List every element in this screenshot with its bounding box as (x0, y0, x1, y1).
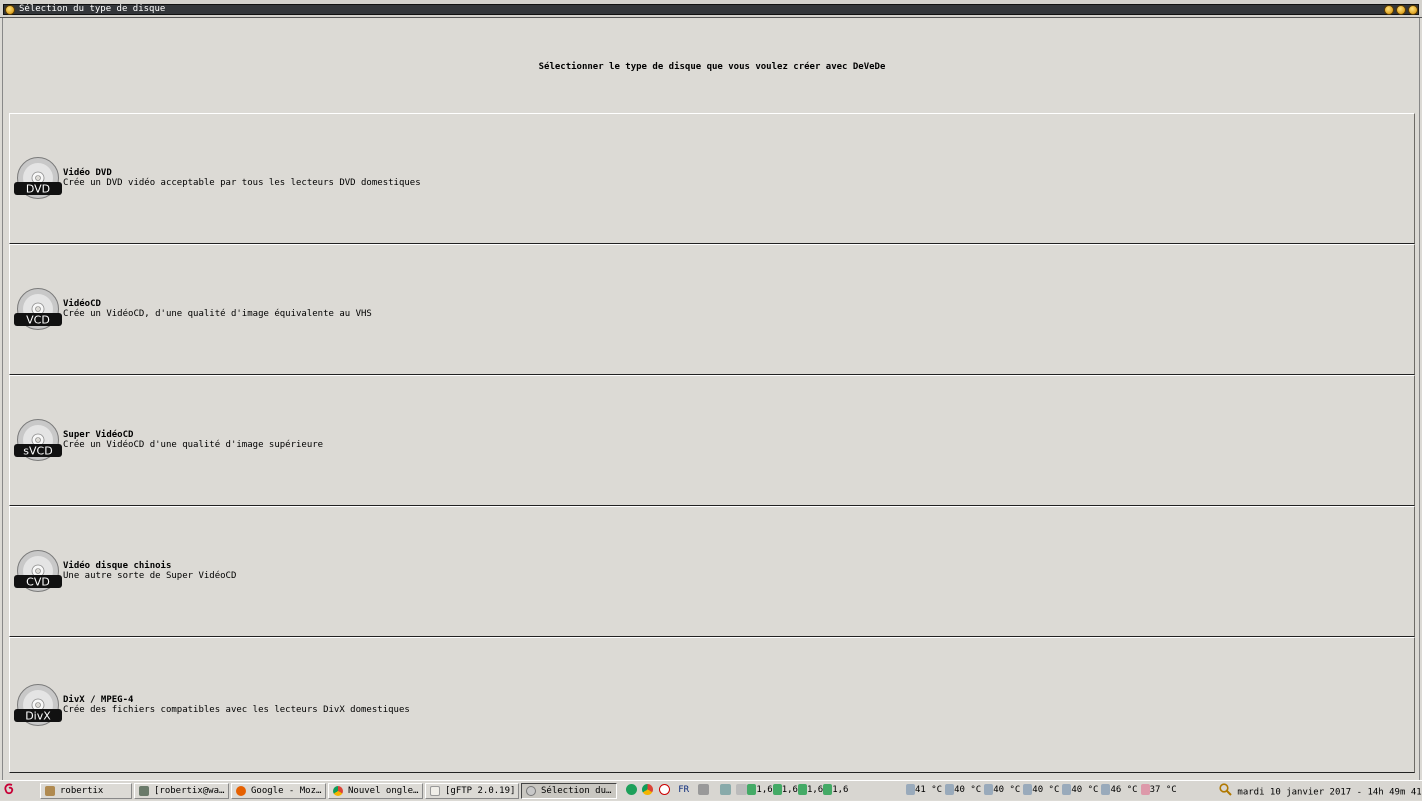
task-label: Sélection du… (541, 786, 612, 796)
task-label: Nouvel ongle… (348, 786, 419, 796)
svcd-disc-icon: sVCD (14, 419, 62, 461)
clock[interactable]: mardi 10 janvier 2017 - 14h 49m 41s (1237, 788, 1422, 798)
window-title: Sélection du type de disque (19, 4, 166, 14)
task-devede[interactable]: Sélection du… (521, 783, 617, 799)
cpu-monitor-icon (823, 784, 833, 795)
option-dvd-button[interactable]: DVD Vidéo DVD Crée un DVD vidéo acceptab… (9, 113, 1415, 244)
temperature-readout: 40 °C (1071, 785, 1099, 795)
thermometer-icon (1023, 784, 1033, 795)
task-gftp[interactable]: [gFTP 2.0.19] (425, 783, 519, 799)
option-divx-description: Crée des fichiers compatibles avec les l… (63, 705, 410, 715)
svcd-disc-label: sVCD (23, 445, 52, 458)
option-svcd-title: Super VidéoCD (63, 430, 134, 440)
window-menu-icon[interactable] (5, 5, 15, 15)
debian-menu-icon[interactable] (3, 782, 17, 798)
network-status-icon[interactable] (626, 784, 637, 795)
option-divx-title: DivX / MPEG-4 (63, 695, 134, 705)
cpu-monitor-icon (797, 784, 807, 795)
temperature-applets: 41 °C 40 °C 40 °C 40 °C 40 °C 46 °C 37 °C (906, 783, 1177, 799)
task-firefox[interactable]: Google - Moz… (231, 783, 326, 799)
task-label: Google - Moz… (251, 786, 322, 796)
temperature-readout: 40 °C (993, 785, 1021, 795)
temperature-readout: 41 °C (915, 785, 943, 795)
window-titlebar[interactable]: Sélection du type de disque (0, 0, 1422, 18)
divx-disc-label: DivX (25, 710, 51, 723)
cpu-monitor-icon (772, 784, 782, 795)
dvd-disc-icon: DVD (14, 157, 62, 199)
terminal-icon (139, 786, 149, 796)
folder-icon (45, 786, 55, 796)
task-label: robertix (60, 786, 104, 796)
firefox-icon (236, 786, 246, 796)
printer-icon[interactable] (736, 784, 748, 795)
alarm-clock-icon[interactable] (658, 784, 670, 795)
cpu-readout: 1,6 (756, 785, 773, 795)
dvd-disc-label: DVD (26, 183, 50, 196)
cvd-disc-icon: CVD (14, 550, 62, 592)
cpu-readout: 1,6 (781, 785, 798, 795)
task-label: [robertix@wa… (154, 786, 225, 796)
option-dvd-description: Crée un DVD vidéo acceptable par tous le… (63, 178, 421, 188)
task-terminal[interactable]: [robertix@wa… (134, 783, 229, 799)
option-vcd-description: Crée un VidéoCD, d'une qualité d'image é… (63, 309, 372, 319)
thermometer-icon (1140, 784, 1150, 795)
dialog-heading: Sélectionner le type de disque que vous … (538, 62, 886, 72)
vcd-disc-icon: VCD (14, 288, 62, 330)
option-divx-button[interactable]: DivX DivX / MPEG-4 Crée des fichiers com… (9, 637, 1415, 773)
task-robertix[interactable]: robertix (40, 783, 132, 799)
task-label: [gFTP 2.0.19] (445, 786, 516, 796)
thermometer-icon (906, 784, 915, 795)
maximize-button[interactable] (1396, 5, 1406, 15)
titlebar-strip[interactable] (3, 4, 1419, 15)
cpu-readout: 1,6 (806, 785, 824, 795)
keyboard-layout[interactable]: FR (678, 785, 689, 795)
option-cvd-description: Une autre sorte de Super VidéoCD (63, 571, 237, 581)
divx-disc-icon: DivX (14, 684, 62, 726)
chrome-icon (333, 786, 343, 796)
magnifier-icon[interactable] (1219, 783, 1232, 801)
option-cvd-title: Vidéo disque chinois (63, 561, 172, 571)
chrome-tray-icon[interactable] (642, 784, 654, 795)
volume-icon[interactable] (697, 784, 709, 795)
thermometer-icon (984, 784, 994, 795)
option-cvd-button[interactable]: CVD Vidéo disque chinois Une autre sorte… (9, 506, 1415, 637)
temperature-readout: 40 °C (1032, 785, 1060, 795)
cvd-disc-label: CVD (26, 576, 50, 589)
gftp-icon (430, 786, 440, 796)
option-dvd-title: Vidéo DVD (63, 168, 112, 178)
devede-icon (526, 786, 536, 796)
task-chrome[interactable]: Nouvel ongle… (328, 783, 423, 799)
disc-type-dialog: Sélectionner le type de disque que vous … (2, 18, 1420, 780)
taskbar: robertix [robertix@wa… Google - Moz… Nou… (0, 780, 1422, 800)
system-tray: FR (626, 783, 709, 799)
close-button[interactable] (1408, 5, 1418, 15)
option-svcd-button[interactable]: sVCD Super VidéoCD Crée un VidéoCD d'une… (9, 375, 1415, 506)
option-svcd-description: Crée un VidéoCD d'une qualité d'image su… (63, 440, 324, 450)
thermometer-icon (945, 784, 955, 795)
minimize-button[interactable] (1384, 5, 1394, 15)
clock-area: mardi 10 janvier 2017 - 14h 49m 41s (1219, 783, 1422, 799)
monitor-applets: 1,6 1,6 1,6 1,6 (720, 783, 848, 799)
search-tool-icon[interactable] (720, 784, 731, 795)
cpu-readout: 1,6 (832, 785, 849, 795)
temperature-readout: 40 °C (954, 785, 982, 795)
temperature-readout: 46 °C (1110, 785, 1138, 795)
temperature-readout: 37 °C (1149, 785, 1177, 795)
option-vcd-button[interactable]: VCD VidéoCD Crée un VidéoCD, d'une quali… (9, 244, 1415, 375)
vcd-disc-label: VCD (26, 314, 50, 327)
option-vcd-title: VidéoCD (63, 299, 101, 309)
